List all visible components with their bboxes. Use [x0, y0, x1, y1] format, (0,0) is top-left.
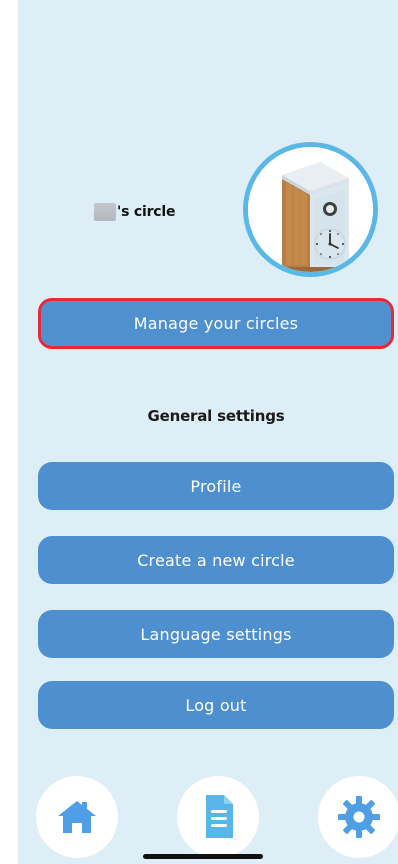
avatar-image — [248, 147, 373, 272]
profile-button[interactable]: Profile — [38, 462, 394, 510]
screen: 's circle Manage your circles General se… — [0, 0, 398, 864]
document-icon — [206, 795, 233, 838]
home-icon — [58, 801, 96, 833]
gear-icon — [338, 796, 380, 838]
document-nav-button[interactable] — [177, 776, 259, 858]
bottom-navigation — [0, 770, 398, 864]
create-circle-button[interactable]: Create a new circle — [38, 536, 394, 584]
settings-nav-button[interactable] — [318, 776, 398, 858]
logout-label: Log out — [185, 695, 247, 715]
manage-circles-button[interactable]: Manage your circles — [38, 298, 394, 349]
cuckoo-clock-icon — [248, 147, 373, 272]
circle-name-suffix: 's circle — [117, 204, 176, 220]
home-indicator[interactable] — [143, 854, 263, 859]
create-circle-label: Create a new circle — [137, 550, 295, 570]
logout-button[interactable]: Log out — [38, 681, 394, 729]
left-edge-strip — [0, 0, 18, 864]
profile-label: Profile — [190, 476, 242, 496]
language-settings-button[interactable]: Language settings — [38, 610, 394, 658]
redacted-name-block — [94, 203, 116, 221]
manage-circles-label: Manage your circles — [133, 314, 299, 333]
general-settings-title: General settings — [147, 407, 285, 425]
home-nav-button[interactable] — [36, 776, 118, 858]
circle-avatar — [243, 142, 378, 277]
language-settings-label: Language settings — [140, 624, 292, 644]
circle-name: 's circle — [94, 201, 175, 223]
